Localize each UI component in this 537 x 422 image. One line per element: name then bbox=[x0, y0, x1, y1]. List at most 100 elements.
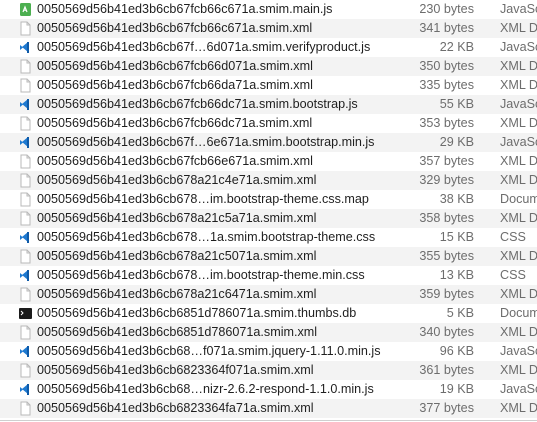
file-row[interactable]: 0050569d56b41ed3b6cb68…nizr-2.6.2-respon… bbox=[0, 380, 537, 399]
vscode-icon bbox=[17, 97, 33, 112]
file-size: 358 bytes bbox=[419, 211, 474, 225]
file-kind: Docum bbox=[500, 306, 537, 320]
file-kind: XML D bbox=[500, 78, 537, 92]
file-row[interactable]: 0050569d56b41ed3b6cb67fcb66dc71a.smim.bo… bbox=[0, 95, 537, 114]
file-kind: XML D bbox=[500, 249, 537, 263]
file-kind: JavaSc bbox=[500, 382, 537, 396]
file-row[interactable]: 0050569d56b41ed3b6cb67fcb66d071a.smim.xm… bbox=[0, 57, 537, 76]
file-name: 0050569d56b41ed3b6cb67fcb66dc71a.smim.bo… bbox=[37, 97, 358, 111]
file-name: 0050569d56b41ed3b6cb678…im.bootstrap-the… bbox=[37, 192, 369, 206]
file-kind: CSS bbox=[500, 230, 526, 244]
file-row[interactable]: 0050569d56b41ed3b6cb6823364fa71a.smim.xm… bbox=[0, 399, 537, 418]
file-row[interactable]: 0050569d56b41ed3b6cb68…f071a.smim.jquery… bbox=[0, 342, 537, 361]
file-size: 350 bytes bbox=[419, 59, 474, 73]
file-size: 335 bytes bbox=[419, 78, 474, 92]
file-kind: XML D bbox=[500, 59, 537, 73]
file-row[interactable]: 0050569d56b41ed3b6cb678a21c6471a.smim.xm… bbox=[0, 285, 537, 304]
vscode-icon bbox=[17, 135, 33, 150]
file-kind: XML D bbox=[500, 21, 537, 35]
file-row[interactable]: 0050569d56b41ed3b6cb678…im.bootstrap-the… bbox=[0, 266, 537, 285]
file-name: 0050569d56b41ed3b6cb678a21c5071a.smim.xm… bbox=[37, 249, 317, 263]
file-row[interactable]: 0050569d56b41ed3b6cb67f…6d071a.smim.veri… bbox=[0, 38, 537, 57]
file-icon bbox=[17, 401, 33, 416]
file-size: 361 bytes bbox=[419, 363, 474, 377]
file-size: 341 bytes bbox=[419, 21, 474, 35]
file-size: 29 KB bbox=[439, 135, 474, 149]
file-icon bbox=[17, 154, 33, 169]
vscode-icon bbox=[17, 344, 33, 359]
file-name: 0050569d56b41ed3b6cb678a21c4e71a.smim.xm… bbox=[37, 173, 317, 187]
file-icon bbox=[17, 116, 33, 131]
file-icon bbox=[17, 249, 33, 264]
file-kind: JavaSc bbox=[500, 2, 537, 16]
file-kind: XML D bbox=[500, 116, 537, 130]
file-name: 0050569d56b41ed3b6cb6851d786071a.smim.xm… bbox=[37, 325, 318, 339]
file-name: 0050569d56b41ed3b6cb67fcb66dc71a.smim.xm… bbox=[37, 116, 313, 130]
file-row[interactable]: 0050569d56b41ed3b6cb6851d786071a.smim.th… bbox=[0, 304, 537, 323]
file-size: 55 KB bbox=[439, 97, 474, 111]
file-size: 13 KB bbox=[439, 268, 474, 282]
file-name: 0050569d56b41ed3b6cb6851d786071a.smim.th… bbox=[37, 306, 357, 320]
file-kind: JavaSc bbox=[500, 344, 537, 358]
file-icon bbox=[17, 59, 33, 74]
file-list[interactable]: 0050569d56b41ed3b6cb67fcb66c671a.smim.ma… bbox=[0, 0, 537, 422]
file-kind: Docum bbox=[500, 192, 537, 206]
file-kind: XML D bbox=[500, 287, 537, 301]
vscode-icon bbox=[17, 268, 33, 283]
file-row[interactable]: 0050569d56b41ed3b6cb67fcb66c671a.smim.xm… bbox=[0, 19, 537, 38]
file-name: 0050569d56b41ed3b6cb67f…6d071a.smim.veri… bbox=[37, 40, 371, 54]
file-icon bbox=[17, 287, 33, 302]
file-icon bbox=[17, 78, 33, 93]
file-kind: JavaSc bbox=[500, 135, 537, 149]
file-name: 0050569d56b41ed3b6cb678…im.bootstrap-the… bbox=[37, 268, 365, 282]
file-size: 359 bytes bbox=[419, 287, 474, 301]
file-kind: XML D bbox=[500, 211, 537, 225]
file-kind: XML D bbox=[500, 325, 537, 339]
vscode-icon bbox=[17, 382, 33, 397]
file-row[interactable]: 0050569d56b41ed3b6cb67fcb66c671a.smim.ma… bbox=[0, 0, 537, 19]
file-size: 377 bytes bbox=[419, 401, 474, 415]
file-name: 0050569d56b41ed3b6cb68…f071a.smim.jquery… bbox=[37, 344, 381, 358]
file-size: 5 KB bbox=[446, 306, 474, 320]
file-row[interactable]: 0050569d56b41ed3b6cb678…im.bootstrap-the… bbox=[0, 190, 537, 209]
file-name: 0050569d56b41ed3b6cb678…1a.smim.bootstra… bbox=[37, 230, 376, 244]
file-icon bbox=[17, 192, 33, 207]
file-row[interactable]: 0050569d56b41ed3b6cb678a21c5071a.smim.xm… bbox=[0, 247, 537, 266]
file-icon bbox=[17, 363, 33, 378]
file-kind: CSS bbox=[500, 268, 526, 282]
file-icon bbox=[17, 211, 33, 226]
file-size: 353 bytes bbox=[419, 116, 474, 130]
file-icon bbox=[17, 173, 33, 188]
file-row[interactable]: 0050569d56b41ed3b6cb678a21c5a71a.smim.xm… bbox=[0, 209, 537, 228]
file-size: 22 KB bbox=[439, 40, 474, 54]
vscode-icon bbox=[17, 230, 33, 245]
file-kind: JavaSc bbox=[500, 40, 537, 54]
terminal-icon bbox=[17, 306, 33, 321]
file-row[interactable]: 0050569d56b41ed3b6cb6823364f071a.smim.xm… bbox=[0, 361, 537, 380]
file-kind: XML D bbox=[500, 173, 537, 187]
file-name: 0050569d56b41ed3b6cb67fcb66e671a.smim.xm… bbox=[37, 154, 313, 168]
file-name: 0050569d56b41ed3b6cb67fcb66da71a.smim.xm… bbox=[37, 78, 313, 92]
vscode-icon bbox=[17, 40, 33, 55]
file-size: 355 bytes bbox=[419, 249, 474, 263]
file-kind: XML D bbox=[500, 154, 537, 168]
file-name: 0050569d56b41ed3b6cb68…nizr-2.6.2-respon… bbox=[37, 382, 374, 396]
file-size: 96 KB bbox=[439, 344, 474, 358]
file-size: 329 bytes bbox=[419, 173, 474, 187]
file-row[interactable]: 0050569d56b41ed3b6cb67f…6e671a.smim.boot… bbox=[0, 133, 537, 152]
file-size: 230 bytes bbox=[419, 2, 474, 16]
file-icon bbox=[17, 325, 33, 340]
file-name: 0050569d56b41ed3b6cb67fcb66c671a.smim.xm… bbox=[37, 21, 313, 35]
file-name: 0050569d56b41ed3b6cb67fcb66d071a.smim.xm… bbox=[37, 59, 313, 73]
file-row[interactable]: 0050569d56b41ed3b6cb67fcb66dc71a.smim.xm… bbox=[0, 114, 537, 133]
file-icon bbox=[17, 21, 33, 36]
file-row[interactable]: 0050569d56b41ed3b6cb67fcb66e671a.smim.xm… bbox=[0, 152, 537, 171]
file-size: 340 bytes bbox=[419, 325, 474, 339]
file-row[interactable]: 0050569d56b41ed3b6cb6851d786071a.smim.xm… bbox=[0, 323, 537, 342]
file-row[interactable]: 0050569d56b41ed3b6cb67fcb66da71a.smim.xm… bbox=[0, 76, 537, 95]
list-bottom-divider bbox=[0, 420, 537, 421]
file-size: 357 bytes bbox=[419, 154, 474, 168]
file-row[interactable]: 0050569d56b41ed3b6cb678a21c4e71a.smim.xm… bbox=[0, 171, 537, 190]
file-name: 0050569d56b41ed3b6cb678a21c5a71a.smim.xm… bbox=[37, 211, 317, 225]
file-row[interactable]: 0050569d56b41ed3b6cb678…1a.smim.bootstra… bbox=[0, 228, 537, 247]
